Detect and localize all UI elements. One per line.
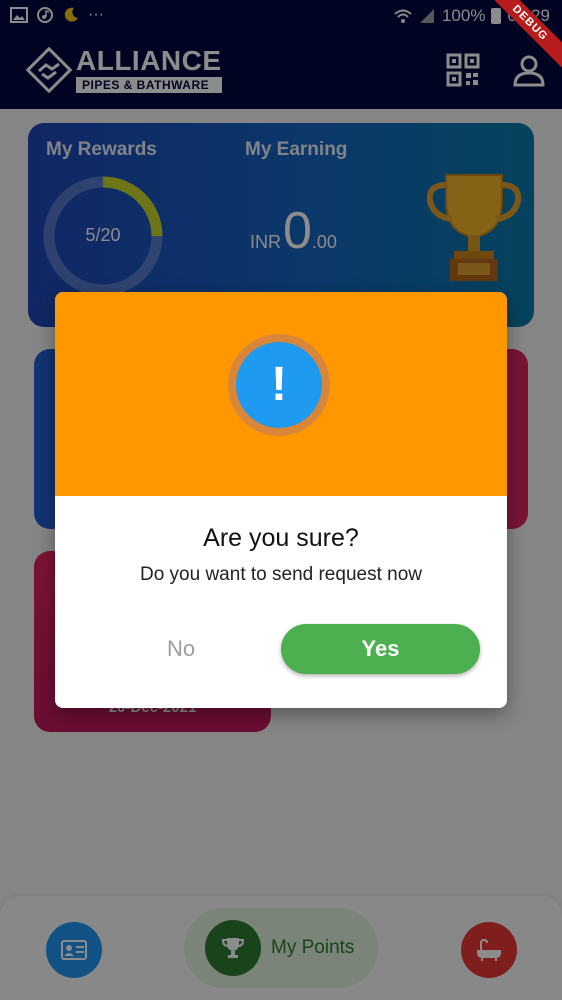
confirm-dialog: ! Are you sure? Do you want to send requ…: [55, 292, 507, 708]
exclamation-icon: !: [236, 342, 322, 428]
no-button[interactable]: No: [133, 624, 229, 674]
yes-button[interactable]: Yes: [281, 624, 480, 674]
alert-icon-ring: !: [228, 334, 330, 436]
dialog-header: !: [55, 292, 507, 496]
dialog-message: Do you want to send request now: [139, 564, 422, 585]
dialog-title: Are you sure?: [203, 524, 359, 552]
